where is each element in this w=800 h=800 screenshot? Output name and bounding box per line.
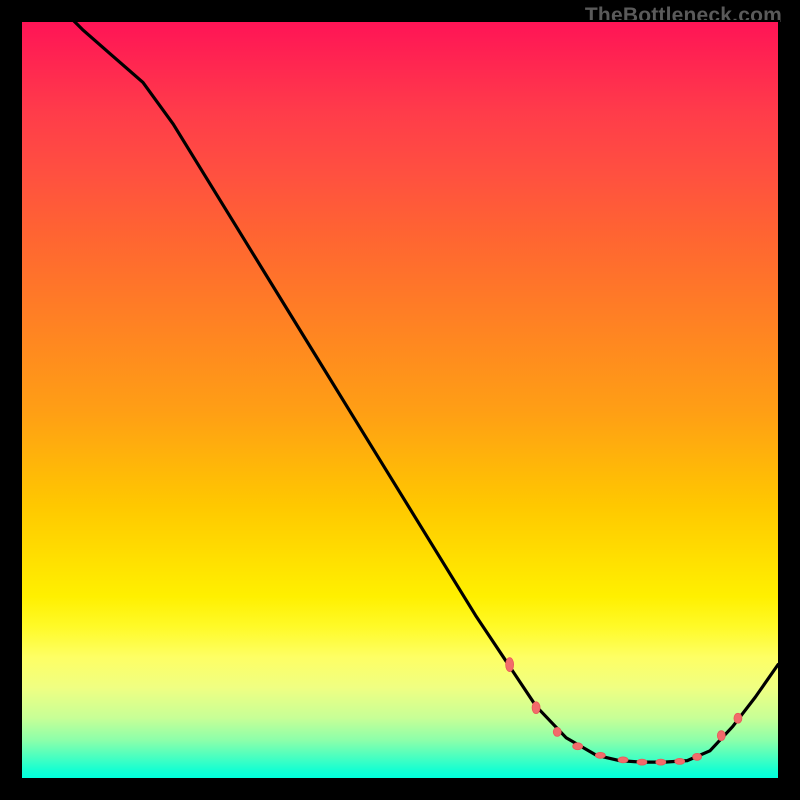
chart-container: TheBottleneck.com [0, 0, 800, 800]
plot-area [20, 20, 780, 780]
gradient-background [22, 22, 778, 778]
